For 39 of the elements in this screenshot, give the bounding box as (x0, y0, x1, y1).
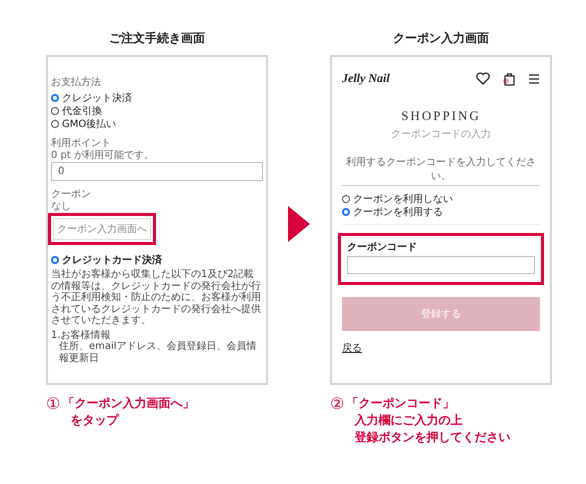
step-number: ② (330, 395, 344, 413)
logo[interactable]: Jelly Nail (342, 71, 390, 86)
instruction-text: 利用するクーポンコードを入力してください。 (342, 155, 540, 186)
points-note: 0 pt が利用可能です。 (51, 150, 155, 162)
section-label: 利用ポイント (51, 138, 112, 150)
radio-label: GMO後払い (62, 118, 116, 130)
bag-icon[interactable] (502, 72, 516, 86)
page-heading: SHOPPING (400, 108, 482, 124)
coupon-code-field[interactable] (347, 256, 535, 274)
radio-label: クーポンを利用しない (353, 192, 453, 206)
page-subheading: クーポンコードの入力 (390, 128, 492, 141)
radio-button[interactable] (51, 106, 59, 114)
radio-button[interactable] (51, 120, 59, 128)
step-number: ① (46, 395, 60, 413)
back-link[interactable]: 戻る (342, 341, 362, 355)
radio-button[interactable] (51, 256, 59, 264)
info-detail: 住所、emailアドレス、会員登録日、会員情報更新日 (58, 341, 258, 364)
radio-label: クレジットカード決済 (62, 253, 162, 266)
field-label: クーポンコード (347, 241, 418, 254)
heart-icon[interactable] (476, 72, 490, 85)
coupon-button[interactable]: クーポン入力画面へ (53, 218, 151, 240)
screen-title: クーポン入力画面 (392, 30, 490, 47)
radio-label: クレジット決済 (62, 92, 132, 104)
section-label: お支払方法 (51, 77, 102, 89)
radio-button[interactable] (342, 208, 350, 216)
step-text: 「クーポン入力画面へ」 をタップ (62, 395, 194, 429)
arrow-icon (288, 206, 310, 242)
radio-label: クーポンを利用する (353, 206, 443, 218)
radio-button[interactable] (51, 94, 59, 102)
radio-label: 代金引換 (62, 104, 102, 118)
coupon-status: なし (51, 201, 72, 213)
step-text: 「クーポンコード」 入力欄にご入力の上 登録ボタンを押してください (346, 395, 510, 446)
menu-icon[interactable] (528, 74, 540, 84)
info-heading: 1.お客様情報 (51, 330, 112, 340)
radio-button[interactable] (342, 194, 350, 202)
points-field[interactable]: 0 (51, 162, 263, 181)
notice-text: 当社がお客様から収集した以下の1及び2記載の情報等は、クレジットカードの発行会社が行う不正利用検知・防止のために、お客様が利用されているクレジットカードの発行会社へ提供させていただきます。 (51, 269, 262, 326)
section-label: クーポン (51, 189, 92, 201)
screen-title: ご注文手続き画面 (108, 30, 206, 47)
